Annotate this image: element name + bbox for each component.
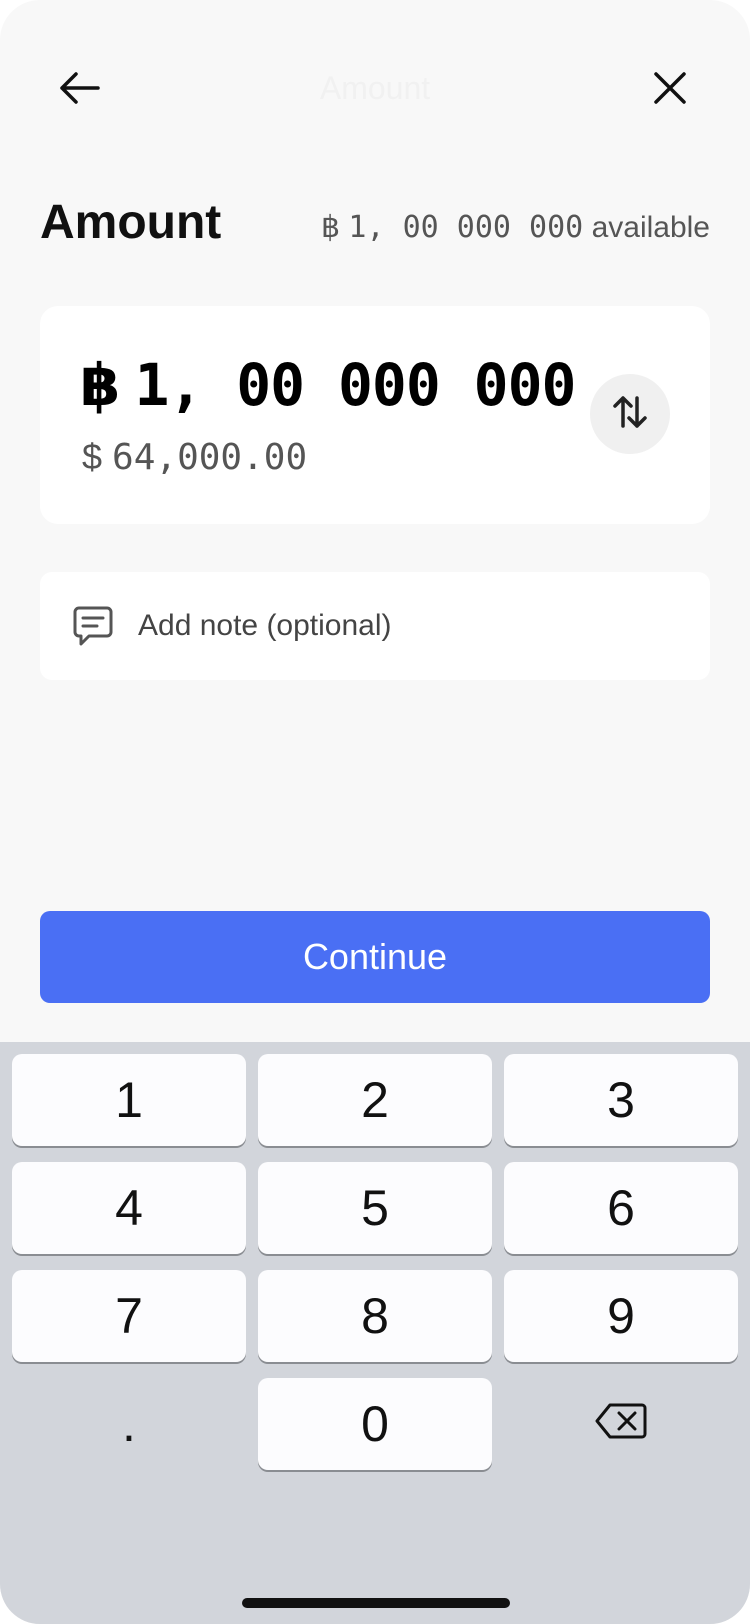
numeric-keypad: 1 2 3 4 5 6 7 8 9 . 0: [0, 1042, 750, 1624]
available-suffix: available: [591, 211, 710, 244]
available-amount: 1, 00 000 000: [348, 210, 584, 245]
key-1[interactable]: 1: [12, 1054, 246, 1146]
available-balance: ฿ 1, 00 000 000 available: [321, 210, 710, 245]
key-decimal[interactable]: .: [12, 1378, 246, 1470]
backspace-icon: [594, 1395, 648, 1453]
primary-amount: 1, 00 000 000: [134, 351, 576, 419]
key-7[interactable]: 7: [12, 1270, 246, 1362]
primary-amount-display: ฿ 1, 00 000 000: [80, 351, 576, 419]
message-square-icon: [70, 603, 116, 649]
secondary-currency-symbol: $: [82, 436, 103, 477]
page-title: Amount: [40, 196, 222, 249]
swap-vertical-icon: [610, 392, 650, 437]
key-6[interactable]: 6: [504, 1162, 738, 1254]
amount-card: ฿ 1, 00 000 000 $ 64,000.00: [40, 306, 710, 524]
add-note-label: Add note (optional): [138, 609, 392, 642]
key-0[interactable]: 0: [258, 1378, 492, 1470]
close-button[interactable]: [630, 60, 710, 120]
amount-screen: Amount Amount ฿ 1, 00 000 000 available …: [0, 0, 750, 1624]
swap-currency-button[interactable]: [590, 374, 670, 454]
available-currency-symbol: ฿: [320, 211, 341, 244]
key-8[interactable]: 8: [258, 1270, 492, 1362]
home-indicator[interactable]: [242, 1598, 510, 1608]
secondary-amount: 64,000.00: [112, 437, 308, 478]
key-4[interactable]: 4: [12, 1162, 246, 1254]
navigation-bar: Amount: [0, 40, 750, 140]
key-9[interactable]: 9: [504, 1270, 738, 1362]
key-3[interactable]: 3: [504, 1054, 738, 1146]
primary-currency-symbol: ฿: [80, 353, 120, 418]
key-5[interactable]: 5: [258, 1162, 492, 1254]
backspace-key[interactable]: [504, 1378, 738, 1470]
continue-button[interactable]: Continue: [40, 911, 710, 1003]
close-icon: [652, 70, 688, 111]
secondary-amount-display: $ 64,000.00: [82, 436, 307, 478]
key-2[interactable]: 2: [258, 1054, 492, 1146]
amount-header: Amount ฿ 1, 00 000 000 available: [40, 190, 710, 260]
add-note-field[interactable]: Add note (optional): [40, 572, 710, 680]
